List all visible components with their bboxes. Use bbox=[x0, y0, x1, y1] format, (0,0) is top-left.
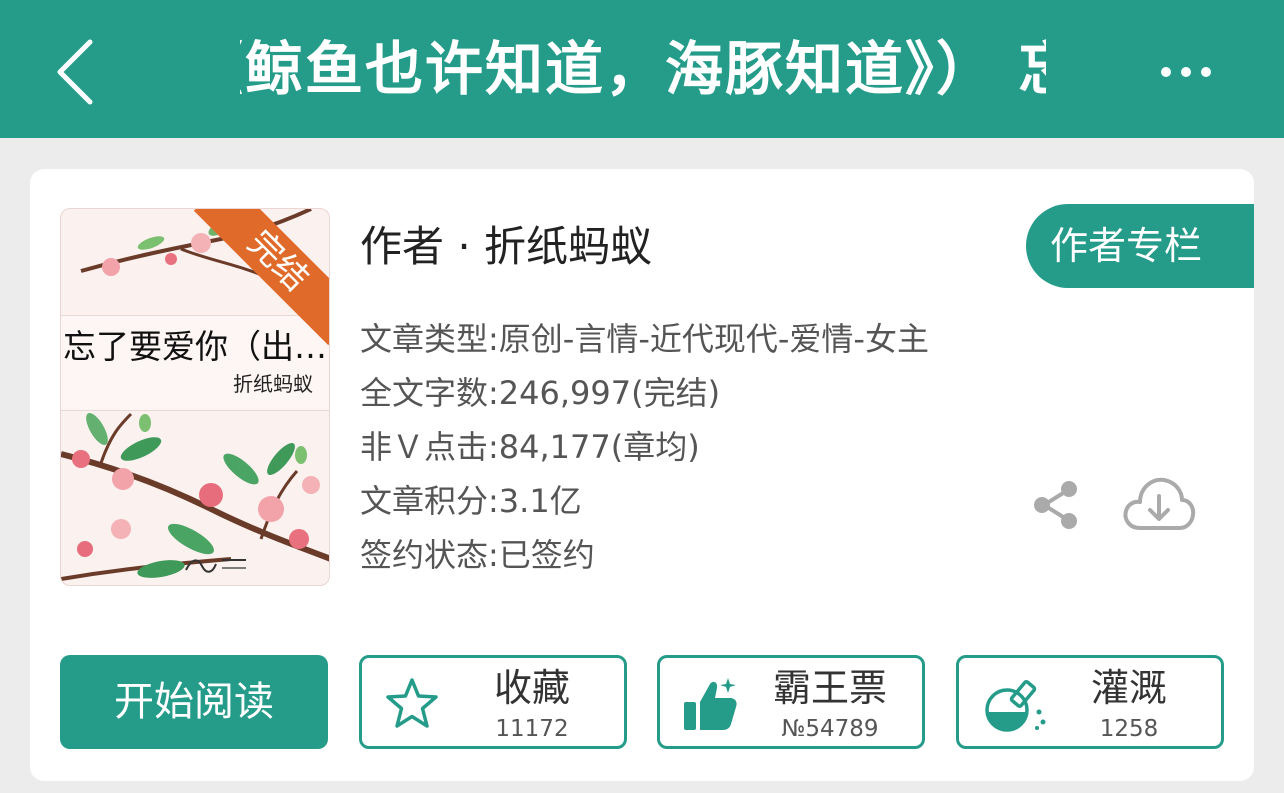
meta-contract-status: 签约状态:已签约 bbox=[360, 536, 595, 574]
nutrient-flask-icon bbox=[985, 680, 1046, 732]
meta-genre: 文章类型:原创-言情-近代现代-爱情-女主 bbox=[360, 320, 929, 358]
author-line[interactable]: 作者 · 折纸蚂蚁 bbox=[360, 222, 652, 272]
thumbs-up-icon bbox=[684, 678, 737, 730]
cover-title: 忘了要爱你（出… bbox=[63, 329, 327, 366]
cover-author: 折纸蚂蚁 bbox=[233, 372, 313, 396]
cloud-download-icon[interactable] bbox=[1122, 474, 1196, 532]
top-navigation-bar: 《鲸鱼也许知道，海豚知道》） 忘了要爱你（出版名） bbox=[0, 0, 1284, 138]
publisher-logo-icon bbox=[185, 559, 246, 573]
page-title: 《鲸鱼也许知道，海豚知道》） 忘了要爱你（出版名） bbox=[240, 35, 1046, 103]
more-horizontal-icon[interactable] bbox=[1156, 58, 1216, 86]
collect-count: 11172 bbox=[495, 716, 569, 742]
collect-label: 收藏 bbox=[493, 666, 570, 710]
share-icon[interactable] bbox=[1032, 480, 1080, 530]
author-column-button[interactable]: 作者专栏 bbox=[1026, 204, 1254, 288]
vote-label: 霸王票 bbox=[772, 666, 887, 710]
meta-clicks: 非Ｖ点击:84,177(章均) bbox=[360, 428, 700, 466]
water-count: 1258 bbox=[1099, 716, 1159, 742]
collect-button[interactable]: 收藏 11172 bbox=[359, 655, 627, 749]
meta-score: 文章积分:3.1亿 bbox=[360, 482, 582, 520]
vote-button[interactable]: 霸王票 №54789 bbox=[657, 655, 925, 749]
start-reading-button[interactable]: 开始阅读 bbox=[60, 655, 328, 749]
meta-word-count: 全文字数:246,997(完结) bbox=[360, 374, 721, 412]
chevron-left-icon[interactable] bbox=[50, 38, 100, 106]
water-label: 灌溉 bbox=[1090, 666, 1167, 710]
vote-count: №54789 bbox=[781, 716, 879, 742]
water-button[interactable]: 灌溉 1258 bbox=[956, 655, 1224, 749]
book-cover[interactable]: 忘了要爱你（出… 折纸蚂蚁 完结 bbox=[60, 208, 330, 586]
star-icon bbox=[386, 678, 438, 728]
page-title-marquee: 《鲸鱼也许知道，海豚知道》） 忘了要爱你（出版名） bbox=[240, 34, 1046, 110]
